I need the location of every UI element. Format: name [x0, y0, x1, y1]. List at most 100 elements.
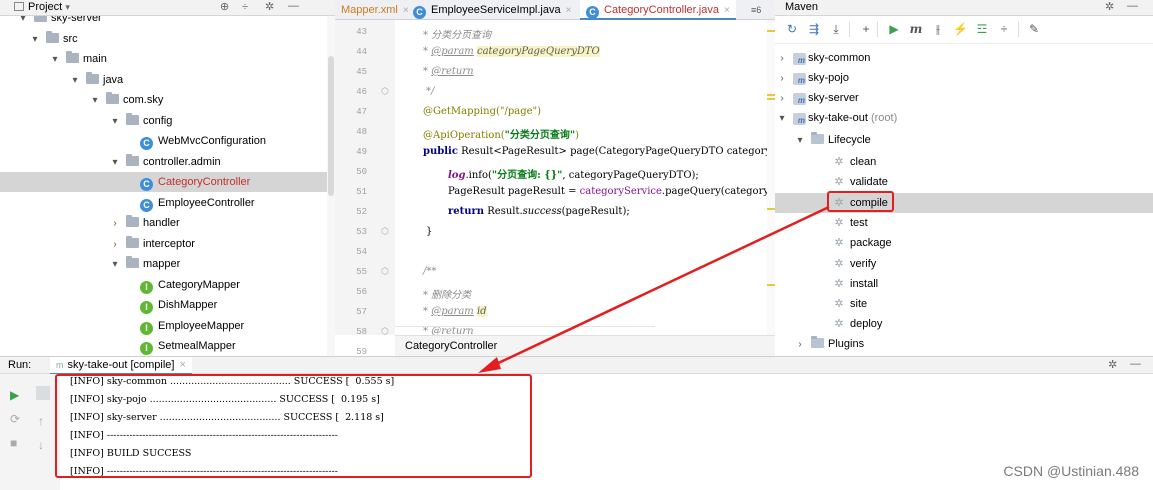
settings-gear-icon[interactable]: ✲ — [1105, 0, 1114, 15]
project-tree-item[interactable]: ▾ config — [0, 111, 335, 131]
download-icon[interactable]: ⤓ — [829, 22, 843, 36]
line-number: 54 — [356, 247, 367, 257]
project-tree-label: EmployeeController — [158, 196, 255, 209]
folder-icon — [106, 92, 119, 104]
execute-goal-icon[interactable]: m — [909, 22, 923, 36]
lifecycle-phase-package[interactable]: ✲ package — [775, 233, 1153, 253]
fold-icon-55[interactable]: ⬡ — [381, 266, 389, 277]
watermark: CSDN @Ustinian.488 — [1003, 463, 1139, 479]
breadcrumb[interactable]: CategoryController — [395, 335, 775, 356]
maven-module-sky-pojo[interactable]: › m sky-pojo — [775, 68, 1153, 88]
code-line-49: public Result<PageResult> page(CategoryP… — [423, 146, 767, 157]
rerun-icon[interactable]: ▶ — [10, 388, 19, 402]
tab-overflow-button[interactable]: ≡6 — [745, 0, 767, 20]
lifecycle-phase-clean[interactable]: ✲ clean — [775, 152, 1153, 172]
reimport-icon[interactable]: ⇶ — [807, 22, 821, 36]
hide-icon[interactable]: — — [1127, 0, 1138, 14]
toggle-view-icon[interactable] — [36, 386, 50, 400]
interface-icon: I — [140, 280, 153, 294]
line-number: 49 — [356, 147, 367, 157]
up-arrow-icon[interactable]: ↑ — [38, 414, 44, 428]
lifecycle-phase-deploy[interactable]: ✲ deploy — [775, 314, 1153, 334]
project-tree-item[interactable]: ▾ java — [0, 70, 335, 90]
class-icon: C — [413, 6, 426, 19]
locate-icon[interactable]: ⊕ — [220, 0, 229, 15]
line-number: 58 — [356, 327, 367, 337]
hide-icon[interactable]: — — [1130, 356, 1141, 372]
add-icon[interactable]: + — [859, 22, 873, 36]
hide-icon[interactable]: — — [288, 0, 299, 14]
lifecycle-phase-install[interactable]: ✲ install — [775, 274, 1153, 294]
line-number: 55 — [356, 267, 367, 277]
run-tab[interactable]: m sky-take-out [compile] × — [50, 357, 192, 375]
lifecycle-phase-validate[interactable]: ✲ validate — [775, 172, 1153, 192]
interface-icon: I — [140, 342, 153, 355]
gear-icon: ✲ — [834, 176, 844, 189]
maven-module-sky-server[interactable]: › m sky-server — [775, 88, 1153, 108]
project-tree-item[interactable]: ▾ src — [0, 29, 335, 49]
project-tree-label: interceptor — [143, 237, 195, 250]
gear-icon: ✲ — [834, 277, 844, 290]
project-tree-item[interactable]: ▾ sky-server — [0, 16, 335, 28]
project-tree-item[interactable]: I DishMapper — [0, 295, 335, 315]
project-tree-item[interactable]: C WebMvcConfiguration — [0, 131, 335, 151]
project-tree-item[interactable]: ▾ com.sky — [0, 90, 335, 110]
line-number: 45 — [356, 67, 367, 77]
tab-category-controller[interactable]: C CategoryController.java × — [580, 0, 736, 20]
project-tree-item[interactable]: ▾ controller.admin — [0, 152, 335, 172]
refresh-icon[interactable]: ↻ — [785, 22, 799, 36]
lifecycle-phase-test[interactable]: ✲ test — [775, 213, 1153, 233]
offline-icon[interactable]: ⚡ — [953, 22, 968, 36]
maven-module-sky-common[interactable]: › m sky-common — [775, 48, 1153, 68]
project-tree-item[interactable]: I CategoryMapper — [0, 275, 335, 295]
lifecycle-folder-icon — [811, 132, 824, 144]
folder-icon — [126, 215, 139, 227]
project-tree-item[interactable]: › handler — [0, 213, 335, 233]
fold-icon-53[interactable]: ⬡ — [381, 226, 389, 237]
project-title[interactable]: Project ▾ — [14, 0, 70, 15]
debug-icon[interactable]: ⟳ — [10, 412, 20, 426]
tab-employee-service-impl[interactable]: C EmployeeServiceImpl.java × — [407, 0, 577, 20]
project-scrollbar[interactable] — [327, 16, 335, 356]
code-line-48: @ApiOperation("分类分页查询") — [423, 130, 579, 141]
maven-plugins-node[interactable]: › Plugins — [775, 334, 1153, 354]
run-icon[interactable]: ▶ — [887, 22, 901, 36]
editor-scrollbar[interactable] — [767, 20, 775, 335]
code-editor[interactable]: * 分类分页查询 * @param categoryPageQueryDTO *… — [395, 20, 767, 335]
stop-icon[interactable]: ■ — [10, 436, 17, 450]
code-line-46: */ — [426, 86, 435, 97]
collapse-icon[interactable]: ÷ — [997, 22, 1011, 36]
maven-module-icon: m — [793, 113, 806, 125]
project-tree-item[interactable]: I SetmealMapper — [0, 336, 335, 356]
project-tree-item[interactable]: ▾ main — [0, 49, 335, 69]
close-icon[interactable]: × — [724, 5, 730, 16]
skip-tests-icon[interactable]: ⫲ — [931, 22, 945, 36]
chevron-right-icon: › — [780, 73, 784, 84]
gear-icon: ✲ — [834, 257, 844, 270]
folder-icon — [66, 51, 79, 63]
project-tree-item[interactable]: › interceptor — [0, 234, 335, 254]
close-icon[interactable]: × — [179, 359, 185, 371]
maven-lifecycle-node[interactable]: ▾ Lifecycle — [775, 130, 1153, 150]
project-tree-item[interactable]: C EmployeeController — [0, 193, 335, 213]
down-arrow-icon[interactable]: ↓ — [38, 438, 44, 452]
tab-mapper-xml[interactable]: Mapper.xml × — [335, 0, 415, 20]
collapse-all-icon[interactable]: ÷ — [242, 0, 248, 15]
line-number: 44 — [356, 47, 367, 57]
close-icon[interactable]: × — [566, 5, 572, 16]
fold-icon-59[interactable]: ⬡ — [381, 326, 389, 337]
settings-wrench-icon[interactable]: ✎ — [1027, 22, 1041, 36]
maven-toolbar: ↻ ⇶ ⤓ + ▶ m ⫲ ⚡ ☲ ÷ ✎ — [775, 16, 1153, 44]
settings-gear-icon[interactable]: ✲ — [1108, 357, 1117, 373]
settings-gear-icon[interactable]: ✲ — [265, 0, 274, 15]
lifecycle-phase-site[interactable]: ✲ site — [775, 294, 1153, 314]
fold-icon-46[interactable]: ⬡ — [381, 86, 389, 97]
project-tree-item[interactable]: I EmployeeMapper — [0, 316, 335, 336]
maven-module-sky-take-out[interactable]: ▾ m sky-take-out (root) — [775, 108, 1153, 128]
code-line-47: @GetMapping("/page") — [423, 106, 542, 117]
project-tree-item[interactable]: C CategoryController — [0, 172, 335, 192]
chevron-down-icon: ▾ — [112, 156, 118, 168]
lifecycle-phase-verify[interactable]: ✲ verify — [775, 254, 1153, 274]
show-dependencies-icon[interactable]: ☲ — [975, 22, 989, 36]
project-tree-item[interactable]: ▾ mapper — [0, 254, 335, 274]
